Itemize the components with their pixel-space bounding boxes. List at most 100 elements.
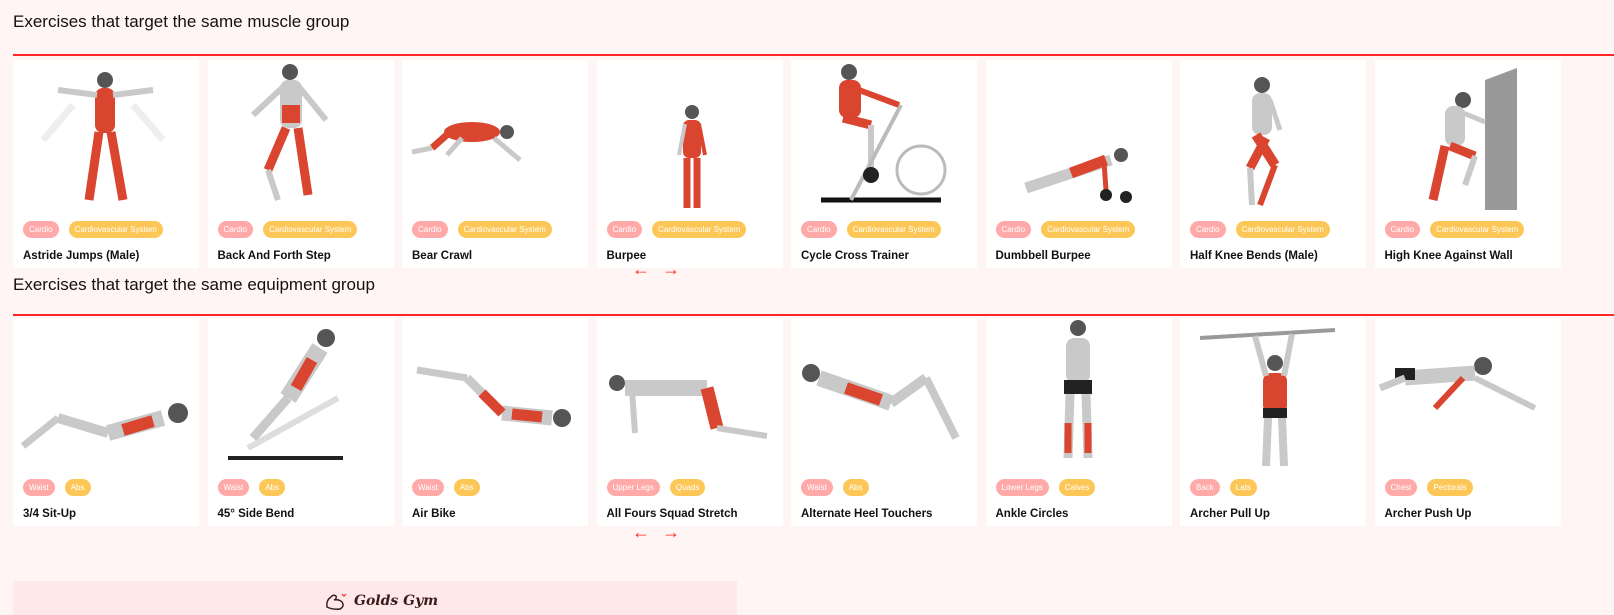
muscle-group-section: Exercises that target the same muscle gr… xyxy=(13,10,1614,268)
target-tag[interactable]: Cardiovascular System xyxy=(652,221,747,238)
exercise-name: Dumbbell Burpee xyxy=(995,250,1091,262)
exercise-tags: Upper Legs Quads xyxy=(606,479,706,496)
exercise-carousel: Waist Abs 3/4 Sit-Up Waist Abs 45° Side Bend… xyxy=(13,316,1614,526)
exercise-image xyxy=(1375,318,1561,470)
exercise-tags: Lower Legs Calves xyxy=(995,479,1096,496)
target-tag[interactable]: Calves xyxy=(1058,479,1096,496)
exercise-card[interactable]: Cardio Cardiovascular System High Knee Aga… xyxy=(1374,60,1561,268)
body-part-tag[interactable]: Cardio xyxy=(217,221,254,238)
exercise-name: Half Knee Bends (Male) xyxy=(1190,250,1318,262)
exercise-image xyxy=(986,60,1172,212)
footer: Golds Gym xyxy=(13,581,737,615)
exercise-card[interactable]: Cardio Cardiovascular System Astride Jumps… xyxy=(13,60,199,268)
body-part-tag[interactable]: Cardio xyxy=(23,221,59,238)
exercise-name: Ankle Circles xyxy=(995,508,1069,520)
exercise-image xyxy=(402,60,588,212)
exercise-tags: Cardio Cardiovascular System xyxy=(1384,221,1525,238)
exercise-card[interactable]: Waist Abs 45° Side Bend xyxy=(207,318,394,526)
prev-arrow-icon[interactable]: ← xyxy=(632,523,650,541)
body-part-tag[interactable]: Cardio xyxy=(995,221,1032,238)
exercise-card[interactable]: Cardio Cardiovascular System Half Knee Ben… xyxy=(1180,60,1366,268)
target-tag[interactable]: Cardiovascular System xyxy=(1235,221,1330,238)
target-tag[interactable]: Cardiovascular System xyxy=(457,221,552,238)
exercise-image xyxy=(986,318,1172,470)
exercise-name: Cycle Cross Trainer xyxy=(801,250,910,262)
body-part-tag[interactable]: Waist xyxy=(217,479,250,496)
exercise-image xyxy=(402,318,588,470)
exercise-card[interactable]: Cardio Cardiovascular System Burpee xyxy=(596,60,783,268)
exercise-card[interactable]: Waist Abs Alternate Heel Touchers xyxy=(791,318,977,526)
body-part-tag[interactable]: Chest xyxy=(1384,479,1418,496)
exercise-image xyxy=(208,60,394,212)
target-tag[interactable]: Cardiovascular System xyxy=(846,221,941,238)
exercise-tags: Cardio Cardiovascular System xyxy=(995,221,1136,238)
exercise-carousel: Cardio Cardiovascular System Astride Jumps… xyxy=(13,56,1614,268)
target-tag[interactable]: Abs xyxy=(453,479,480,496)
target-tag[interactable]: Cardiovascular System xyxy=(1041,221,1136,238)
exercise-image xyxy=(597,318,783,470)
target-tag[interactable]: Abs xyxy=(259,479,285,496)
equipment-group-section: Exercises that target the same equipment… xyxy=(13,273,1614,526)
exercise-tags: Cardio Cardiovascular System xyxy=(412,221,552,238)
exercise-card[interactable]: Cardio Cardiovascular System Dumbbell Burp… xyxy=(985,60,1172,268)
target-tag[interactable]: Cardiovascular System xyxy=(263,221,358,238)
body-part-tag[interactable]: Cardio xyxy=(1384,221,1421,238)
carousel-arrows: ← → xyxy=(632,523,680,541)
body-part-tag[interactable]: Cardio xyxy=(412,221,448,238)
body-part-tag[interactable]: Cardio xyxy=(1190,221,1226,238)
exercise-tags: Back Lats xyxy=(1190,479,1257,496)
exercise-card[interactable]: Waist Abs 3/4 Sit-Up xyxy=(13,318,199,526)
target-tag[interactable]: Quads xyxy=(669,479,706,496)
gym-logo[interactable]: Golds Gym xyxy=(324,591,438,611)
exercise-name: Astride Jumps (Male) xyxy=(23,250,140,262)
exercise-card[interactable]: Cardio Cardiovascular System Cycle Cross T… xyxy=(791,60,977,268)
exercise-image xyxy=(1375,60,1561,212)
target-tag[interactable]: Abs xyxy=(842,479,869,496)
body-part-tag[interactable]: Upper Legs xyxy=(606,479,660,496)
exercise-card[interactable]: Cardio Cardiovascular System Back And Fort… xyxy=(207,60,394,268)
exercise-tags: Waist Abs xyxy=(412,479,480,496)
exercise-name: Bear Crawl xyxy=(412,250,473,262)
exercise-image xyxy=(208,318,394,470)
body-part-tag[interactable]: Waist xyxy=(412,479,444,496)
exercise-card[interactable]: Chest Pectorals Archer Push Up xyxy=(1374,318,1561,526)
exercise-tags: Waist Abs xyxy=(23,479,91,496)
target-tag[interactable]: Abs xyxy=(64,479,91,496)
exercise-tags: Waist Abs xyxy=(801,479,869,496)
body-part-tag[interactable]: Waist xyxy=(23,479,55,496)
exercise-name: Archer Pull Up xyxy=(1190,508,1270,520)
logo-text: Golds Gym xyxy=(354,593,439,609)
exercise-name: High Knee Against Wall xyxy=(1384,250,1513,262)
exercise-tags: Cardio Cardiovascular System xyxy=(1190,221,1330,238)
exercise-image xyxy=(791,318,977,470)
body-part-tag[interactable]: Cardio xyxy=(801,221,837,238)
exercise-image xyxy=(13,60,199,212)
target-tag[interactable]: Cardiovascular System xyxy=(68,221,163,238)
exercise-card[interactable]: Upper Legs Quads All Fours Squad Stretch xyxy=(596,318,783,526)
exercise-card[interactable]: Lower Legs Calves Ankle Circles xyxy=(985,318,1172,526)
exercise-image xyxy=(1180,318,1366,470)
exercise-tags: Cardio Cardiovascular System xyxy=(23,221,163,238)
body-part-tag[interactable]: Waist xyxy=(801,479,833,496)
exercise-name: Alternate Heel Touchers xyxy=(801,508,933,520)
target-tag[interactable]: Pectorals xyxy=(1427,479,1473,496)
exercise-name: Back And Forth Step xyxy=(217,250,331,262)
exercise-card[interactable]: Back Lats Archer Pull Up xyxy=(1180,318,1366,526)
flexed-arm-icon xyxy=(326,593,347,610)
exercise-image xyxy=(791,60,977,212)
body-part-tag[interactable]: Back xyxy=(1190,479,1220,496)
exercise-tags: Cardio Cardiovascular System xyxy=(801,221,941,238)
section-title: Exercises that target the same muscle gr… xyxy=(13,12,350,31)
body-part-tag[interactable]: Lower Legs xyxy=(995,479,1049,496)
exercise-name: All Fours Squad Stretch xyxy=(606,508,738,520)
exercise-name: Air Bike xyxy=(412,508,456,520)
next-arrow-icon[interactable]: → xyxy=(662,523,680,541)
exercise-card[interactable]: Waist Abs Air Bike xyxy=(402,318,588,526)
exercise-name: 3/4 Sit-Up xyxy=(23,508,77,520)
body-part-tag[interactable]: Cardio xyxy=(606,221,643,238)
target-tag[interactable]: Cardiovascular System xyxy=(1430,221,1525,238)
exercise-tags: Cardio Cardiovascular System xyxy=(217,221,358,238)
exercise-image xyxy=(13,318,199,470)
target-tag[interactable]: Lats xyxy=(1229,479,1257,496)
exercise-card[interactable]: Cardio Cardiovascular System Bear Crawl xyxy=(402,60,588,268)
